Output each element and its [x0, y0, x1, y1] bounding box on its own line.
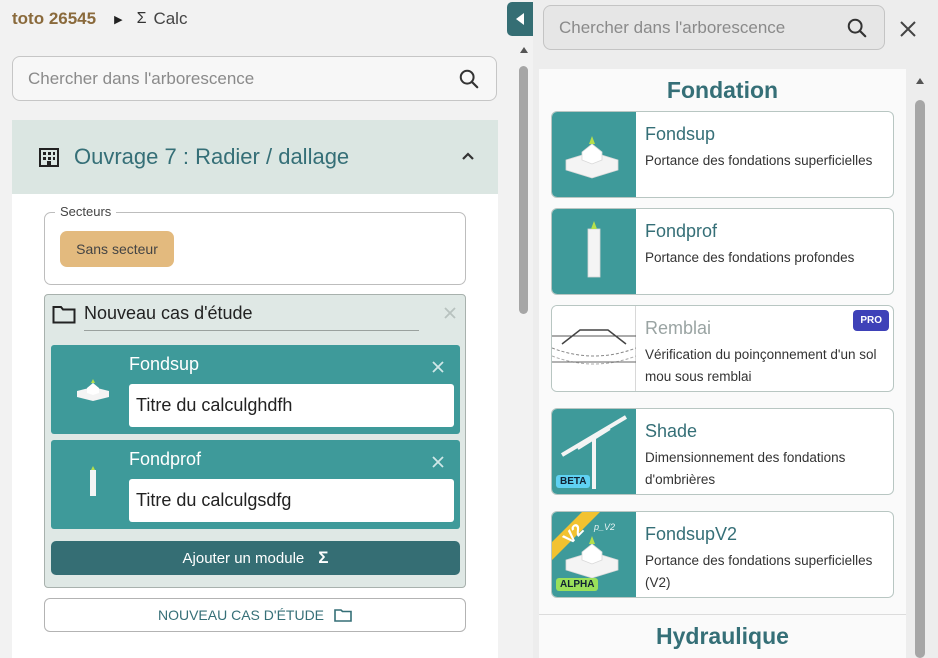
card-description: Portance des fondations profondes	[645, 250, 855, 265]
fondsup-module-icon	[77, 379, 109, 401]
close-icon[interactable]	[443, 306, 457, 320]
pro-badge: PRO	[853, 310, 889, 331]
beta-badge: BETA	[556, 475, 591, 488]
ouvrage-title: Ouvrage 7 : Radier / dallage	[74, 144, 350, 169]
catalog-card-fondprof[interactable]: Fondprof Portance des fondations profond…	[551, 208, 894, 295]
category-title: Fondation	[666, 77, 779, 103]
panel-toggle-button[interactable]	[507, 2, 533, 36]
right-search-input[interactable]	[544, 17, 846, 38]
card-sublabel: p_V2	[593, 522, 615, 532]
left-scrollbar-thumb[interactable]	[519, 66, 528, 314]
breadcrumb-module[interactable]: Calc	[153, 9, 187, 29]
module-catalog-panel: Fondation Fondsup Portance des fondation…	[533, 0, 938, 658]
add-module-label: Ajouter un module	[182, 549, 305, 567]
catalog-list: Fondation Fondsup Portance des fondation…	[539, 69, 906, 658]
sigma-icon: Σ	[136, 10, 147, 27]
left-search-box	[12, 56, 497, 101]
left-search-input[interactable]	[13, 68, 458, 89]
card-description: Portance des fondations superficielles (…	[645, 553, 873, 590]
new-cas-label: NOUVEAU CAS D'ÉTUDE	[157, 607, 325, 623]
chevron-left-icon	[516, 13, 524, 25]
cas-header: Nouveau cas d'étude	[52, 303, 457, 333]
card-description: Portance des fondations superficielles	[645, 153, 873, 168]
category-title: Hydraulique	[656, 623, 789, 649]
card-description: Vérification du poinçonnement d'un sol m…	[645, 347, 877, 384]
card-name: Shade	[645, 421, 698, 441]
module-name: Fondsup	[129, 354, 200, 374]
fondprof-module-icon	[90, 466, 96, 496]
module-fondsup: Fondsup	[51, 345, 460, 434]
new-cas-button[interactable]: NOUVEAU CAS D'ÉTUDE	[44, 598, 466, 632]
ouvrage-card: Ouvrage 7 : Radier / dallage Secteurs Sa…	[12, 120, 498, 658]
catalog-card-shade[interactable]: Shade Dimensionnement des fondations d'o…	[551, 408, 894, 495]
breadcrumb-separator-icon: ▶	[114, 13, 123, 26]
search-icon[interactable]	[458, 68, 480, 90]
cas-etude: Nouveau cas d'étude Fondsup Fondprof	[44, 294, 466, 588]
folder-icon	[52, 306, 76, 324]
ouvrage-header[interactable]: Ouvrage 7 : Radier / dallage	[12, 120, 498, 194]
building-icon	[39, 148, 59, 167]
scroll-up-icon[interactable]	[519, 46, 529, 54]
chevron-up-icon[interactable]	[460, 148, 476, 164]
search-icon[interactable]	[846, 17, 868, 39]
fondsup-icon	[552, 112, 636, 197]
close-panel-icon[interactable]	[899, 20, 917, 38]
module-title-input[interactable]	[129, 384, 454, 427]
close-icon[interactable]	[432, 456, 444, 468]
catalog-card-fondsup[interactable]: Fondsup Portance des fondations superfic…	[551, 111, 894, 198]
module-title-input[interactable]	[129, 479, 454, 522]
right-scrollbar-thumb[interactable]	[915, 100, 925, 658]
card-name: Fondsup	[645, 124, 716, 144]
breadcrumb-project[interactable]: toto 26545	[12, 9, 96, 29]
left-panel: toto 26545 ▶ Σ Calc Ouvrage 7 : Radier /…	[0, 0, 528, 658]
module-name: Fondprof	[129, 449, 202, 469]
scroll-up-icon[interactable]	[915, 77, 925, 85]
catalog-card-fondsupv2[interactable]: V2 p_V2 FondsupV2 Portance des fondation…	[551, 511, 894, 598]
secteurs-fieldset: Secteurs Sans secteur	[44, 204, 466, 285]
card-description: Dimensionnement des fondations d'ombrièr…	[645, 450, 846, 487]
card-name: Remblai	[645, 318, 712, 338]
sigma-icon: Σ	[318, 548, 329, 567]
catalog-card-remblai[interactable]: Remblai Vérification du poinçonnement d'…	[551, 305, 894, 392]
fondprof-icon	[552, 209, 636, 294]
card-name: FondsupV2	[645, 524, 738, 544]
category-divider	[539, 614, 906, 615]
cas-title[interactable]: Nouveau cas d'étude	[84, 303, 419, 331]
secteur-badge[interactable]: Sans secteur	[60, 231, 174, 267]
folder-icon	[334, 609, 352, 622]
remblai-icon	[552, 306, 637, 391]
module-fondprof: Fondprof	[51, 440, 460, 529]
alpha-badge: ALPHA	[556, 578, 599, 591]
add-module-button[interactable]: Ajouter un module Σ	[51, 541, 460, 575]
breadcrumb: toto 26545 ▶ Σ Calc	[12, 8, 187, 30]
close-icon[interactable]	[432, 361, 444, 373]
secteurs-legend: Secteurs	[55, 204, 117, 219]
right-search-box	[543, 5, 885, 50]
card-name: Fondprof	[645, 221, 718, 241]
